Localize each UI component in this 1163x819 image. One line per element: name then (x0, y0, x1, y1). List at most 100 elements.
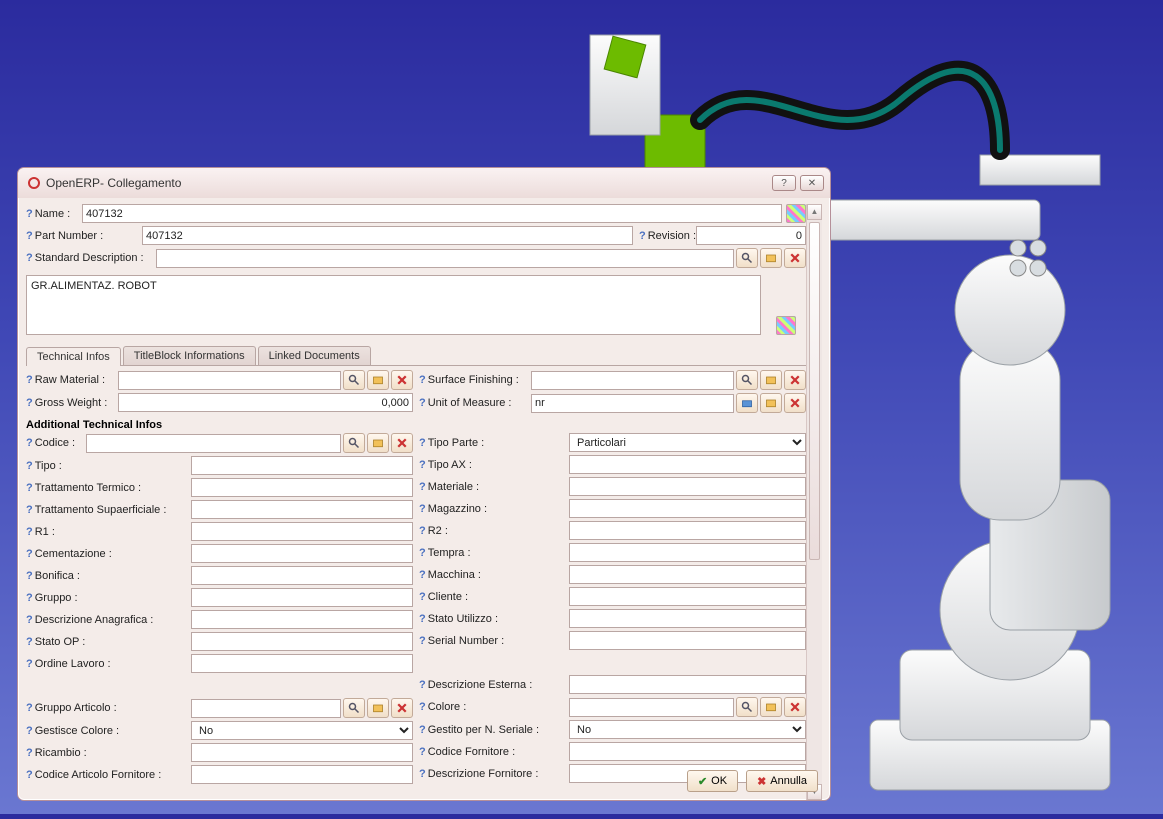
delete-icon[interactable] (784, 248, 806, 268)
description-textarea[interactable]: GR.ALIMENTAZ. ROBOT (26, 275, 761, 335)
openerp-dialog: OpenERP- Collegamento ? ✕ Name : Part Nu… (17, 167, 831, 801)
open-icon[interactable] (760, 393, 782, 413)
descanag-input[interactable] (191, 610, 413, 629)
gestiscecolore-select[interactable]: No (191, 721, 413, 740)
help-button[interactable]: ? (772, 175, 796, 191)
partnumber-input[interactable] (142, 226, 633, 245)
gruppo-input[interactable] (191, 588, 413, 607)
tab-titleblock[interactable]: TitleBlock Informations (123, 346, 256, 365)
magazzino-label: Magazzino : (419, 503, 569, 515)
delete-icon[interactable] (391, 433, 413, 453)
search-icon[interactable] (736, 697, 758, 717)
open-icon[interactable] (367, 698, 389, 718)
trattamentosup-input[interactable] (191, 500, 413, 519)
descanag-label: Descrizione Anagrafica : (26, 614, 191, 626)
rawmaterial-input[interactable] (118, 371, 341, 390)
check-icon: ✔ (698, 775, 707, 788)
app-icon (28, 177, 40, 189)
delete-icon[interactable] (784, 370, 806, 390)
tipoax-label: Tipo AX : (419, 459, 569, 471)
descfornitore-label: Descrizione Fornitore : (419, 768, 569, 780)
macchina-input[interactable] (569, 565, 806, 584)
ricambio-input[interactable] (191, 743, 413, 762)
r1-input[interactable] (191, 522, 413, 541)
surfacefinish-input[interactable] (531, 371, 734, 390)
search-icon[interactable] (736, 370, 758, 390)
grossweight-input[interactable] (118, 393, 413, 412)
tab-technical-infos[interactable]: Technical Infos (26, 347, 121, 366)
gestitoserial-select[interactable]: No (569, 720, 806, 739)
magazzino-input[interactable] (569, 499, 806, 518)
titlebar[interactable]: OpenERP- Collegamento ? ✕ (18, 168, 830, 198)
search-icon[interactable] (343, 698, 365, 718)
cementazione-input[interactable] (191, 544, 413, 563)
cancel-button[interactable]: ✖Annulla (746, 770, 818, 792)
open-icon[interactable] (760, 370, 782, 390)
scroll-thumb[interactable] (809, 222, 820, 560)
ricambio-label: Ricambio : (26, 747, 191, 759)
tab-linked-documents[interactable]: Linked Documents (258, 346, 371, 365)
open-icon[interactable] (760, 248, 782, 268)
codice-label: Codice : (26, 437, 86, 449)
delete-icon[interactable] (391, 698, 413, 718)
cliente-input[interactable] (569, 587, 806, 606)
search-icon[interactable] (736, 248, 758, 268)
materiale-input[interactable] (569, 477, 806, 496)
statoop-label: Stato OP : (26, 636, 191, 648)
gruppoarticolo-label: Gruppo Articolo : (26, 702, 191, 714)
ordinelavoro-input[interactable] (191, 654, 413, 673)
stddesc-label: Standard Description : (26, 252, 156, 264)
search-icon[interactable] (343, 370, 365, 390)
tipo-label: Tipo : (26, 460, 191, 472)
trattamentotermico-input[interactable] (191, 478, 413, 497)
codfornitore-input[interactable] (569, 742, 806, 761)
r2-label: R2 : (419, 525, 569, 537)
search-icon[interactable] (343, 433, 365, 453)
revision-input[interactable] (696, 226, 806, 245)
open-icon[interactable] (367, 370, 389, 390)
palette-icon[interactable] (786, 204, 806, 223)
tempra-label: Tempra : (419, 547, 569, 559)
delete-icon[interactable] (784, 697, 806, 717)
trattamentosup-label: Trattamento Supaerficiale : (26, 504, 191, 516)
delete-icon[interactable] (391, 370, 413, 390)
statoutilizzo-input[interactable] (569, 609, 806, 628)
gruppoarticolo-input[interactable] (191, 699, 341, 718)
delete-icon[interactable] (784, 393, 806, 413)
serialnumber-input[interactable] (569, 631, 806, 650)
codice-input[interactable] (86, 434, 341, 453)
window-title: OpenERP- Collegamento (46, 176, 181, 190)
folder-icon[interactable] (736, 393, 758, 413)
descesterna-input[interactable] (569, 675, 806, 694)
ok-button[interactable]: ✔OK (687, 770, 738, 792)
uom-label: Unit of Measure : (419, 397, 531, 409)
scroll-up-icon[interactable]: ▲ (807, 204, 822, 220)
cementazione-label: Cementazione : (26, 548, 191, 560)
codfornitore-label: Codice Fornitore : (419, 746, 569, 758)
bonifica-label: Bonifica : (26, 570, 191, 582)
tipo-input[interactable] (191, 456, 413, 475)
gestitoserial-label: Gestito per N. Seriale : (419, 724, 569, 736)
codartforn-input[interactable] (191, 765, 413, 784)
tipoparte-select[interactable]: Particolari (569, 433, 806, 452)
r2-input[interactable] (569, 521, 806, 540)
close-button[interactable]: ✕ (800, 175, 824, 191)
uom-input[interactable] (531, 394, 734, 413)
vertical-scrollbar[interactable]: ▲ ▼ (806, 204, 822, 800)
statoop-input[interactable] (191, 632, 413, 651)
stddesc-input[interactable] (156, 249, 734, 268)
palette-icon-2[interactable] (776, 316, 796, 335)
grossweight-label: Gross Weight : (26, 397, 118, 409)
ordinelavoro-label: Ordine Lavoro : (26, 658, 191, 670)
bonifica-input[interactable] (191, 566, 413, 585)
descesterna-label: Descrizione Esterna : (419, 679, 569, 691)
tipoax-input[interactable] (569, 455, 806, 474)
tempra-input[interactable] (569, 543, 806, 562)
surfacefinish-label: Surface Finishing : (419, 374, 531, 386)
open-icon[interactable] (760, 697, 782, 717)
codartforn-label: Codice Articolo Fornitore : (26, 769, 191, 781)
open-icon[interactable] (367, 433, 389, 453)
name-input[interactable] (82, 204, 782, 223)
colore-input[interactable] (569, 698, 734, 717)
partnumber-label: Part Number : (26, 230, 142, 242)
